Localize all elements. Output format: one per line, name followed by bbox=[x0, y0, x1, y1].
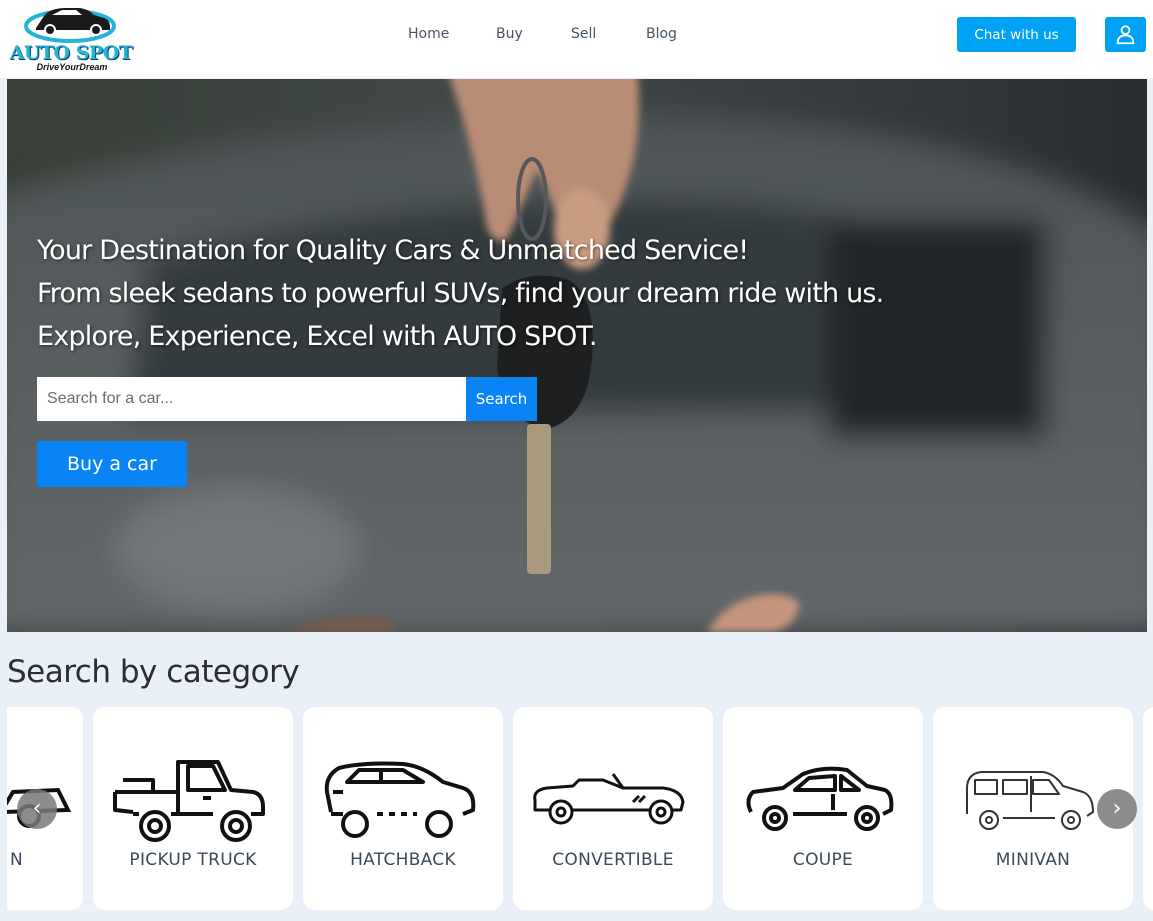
category-label-coupe: COUPE bbox=[792, 850, 854, 870]
coupe-icon bbox=[746, 766, 894, 831]
hatchback-icon bbox=[324, 761, 476, 838]
carousel-next-button[interactable]: › bbox=[1097, 789, 1137, 829]
brand-name: AUTO SPOT bbox=[9, 42, 133, 64]
logo-car-icon bbox=[24, 8, 116, 43]
pickup-truck-icon bbox=[113, 760, 265, 842]
convertible-icon bbox=[533, 773, 685, 825]
category-card-convertible[interactable]: CONVERTIBLE bbox=[513, 707, 713, 910]
chat-with-us-button[interactable]: Chat with us bbox=[957, 17, 1076, 52]
chevron-left-icon: ‹ bbox=[32, 796, 42, 821]
nav-buy[interactable]: Buy bbox=[496, 26, 523, 42]
chevron-right-icon: › bbox=[1112, 796, 1122, 821]
hero-line-1: Your Destination for Quality Cars & Unma… bbox=[37, 235, 749, 266]
category-card-coupe[interactable]: COUPE bbox=[723, 707, 923, 910]
category-card-hatchback[interactable]: HATCHBACK bbox=[303, 707, 503, 910]
category-card-pickup-truck[interactable]: PICKUP TRUCK bbox=[93, 707, 293, 910]
category-label-convertible: CONVERTIBLE bbox=[552, 850, 674, 870]
brand-tagline: DriveYourDream bbox=[36, 62, 108, 72]
site-header: AUTO SPOT DriveYourDream Home Buy Sell B… bbox=[0, 0, 1153, 78]
category-label: N bbox=[9, 850, 23, 870]
carousel-prev-button[interactable]: ‹ bbox=[17, 789, 57, 829]
category-card-partial-next[interactable] bbox=[1143, 707, 1153, 910]
user-icon bbox=[1116, 25, 1135, 45]
category-label-minivan: MINIVAN bbox=[995, 850, 1071, 870]
category-label-pickup-truck: PICKUP TRUCK bbox=[129, 850, 257, 870]
category-section-title: Search by category bbox=[7, 654, 300, 690]
category-label-hatchback: HATCHBACK bbox=[350, 850, 456, 870]
nav-blog[interactable]: Blog bbox=[646, 26, 677, 42]
brand-logo[interactable]: AUTO SPOT DriveYourDream bbox=[6, 0, 133, 76]
search-button[interactable]: Search bbox=[466, 377, 537, 421]
buy-a-car-button[interactable]: Buy a car bbox=[37, 441, 187, 487]
hero-banner: Your Destination for Quality Cars & Unma… bbox=[7, 79, 1147, 632]
hero-line-3: Explore, Experience, Excel with AUTO SPO… bbox=[37, 321, 598, 352]
user-account-button[interactable] bbox=[1105, 17, 1146, 52]
car-search-input[interactable] bbox=[37, 377, 466, 421]
nav-sell[interactable]: Sell bbox=[571, 26, 596, 42]
nav-home[interactable]: Home bbox=[408, 26, 449, 42]
hero-headline: Your Destination for Quality Cars & Unma… bbox=[37, 229, 1037, 358]
category-carousel: N PICKUP TRUCK HATCHBACK CONVERTIBLE COU… bbox=[7, 707, 1153, 911]
hero-line-2: From sleek sedans to powerful SUVs, find… bbox=[37, 278, 884, 309]
